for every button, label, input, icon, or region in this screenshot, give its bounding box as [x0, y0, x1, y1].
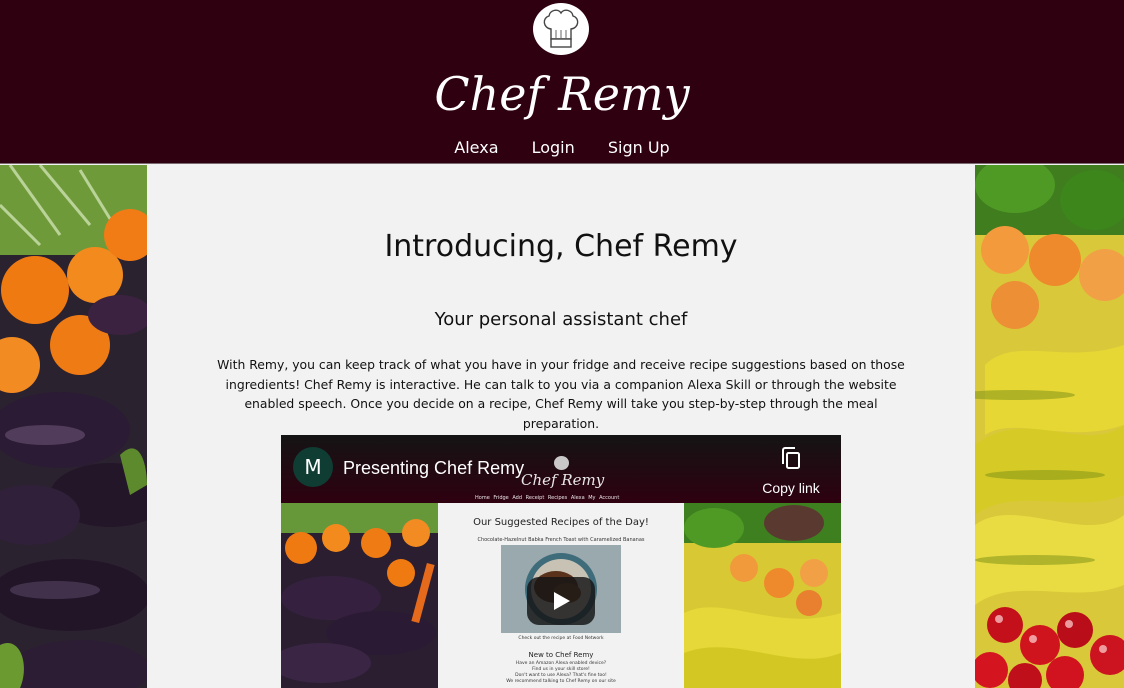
copy-link-button[interactable]: Copy link — [751, 447, 831, 496]
preview-nav-item: My Account — [588, 495, 620, 501]
preview-nav-item: Fridge — [493, 495, 509, 501]
preview-heading: Our Suggested Recipes of the Day! — [473, 517, 649, 528]
video-top-bar: Chef Remy Home Fridge Add Receipt Recipe… — [281, 435, 841, 503]
preview-nav: Home Fridge Add Receipt Recipes Alexa My… — [475, 495, 619, 501]
vegetable-background-right — [975, 165, 1124, 688]
preview-nav-item: Recipes — [547, 495, 568, 501]
video-title[interactable]: Presenting Chef Remy — [343, 455, 524, 481]
nav-sign-up[interactable]: Sign Up — [608, 136, 670, 160]
video-vegetables-right — [684, 503, 841, 688]
site-header: Chef Remy Alexa Login Sign Up — [0, 0, 1124, 164]
preview-nav-item: Home — [475, 495, 490, 501]
preview-nav-item: Add Receipt — [512, 495, 545, 501]
preview-brand: Chef Remy — [521, 471, 605, 489]
main-nav: Alexa Login Sign Up — [0, 136, 1124, 160]
page-subtitle: Your personal assistant chef — [434, 309, 688, 330]
vegetable-background-left — [0, 165, 147, 688]
video-player[interactable]: Our Suggested Recipes of the Day! Chocol… — [281, 435, 841, 688]
preview-new-heading: New to Chef Remy — [528, 651, 594, 659]
main-content: Introducing, Chef Remy Your personal ass… — [147, 165, 975, 688]
nav-login[interactable]: Login — [532, 136, 575, 160]
preview-caption: Check out the recipe at Food Network — [518, 636, 604, 641]
copy-link-label: Copy link — [762, 480, 820, 496]
intro-paragraph: With Remy, you can keep track of what yo… — [217, 357, 905, 431]
video-site-preview: Our Suggested Recipes of the Day! Chocol… — [438, 503, 684, 688]
preview-nav-item: Alexa — [570, 495, 585, 501]
play-button[interactable] — [527, 577, 595, 625]
copy-icon — [751, 447, 831, 474]
channel-avatar[interactable]: M — [293, 447, 333, 487]
preview-line: We recommend talking to Chef Remy on our… — [506, 679, 616, 684]
nav-alexa[interactable]: Alexa — [454, 136, 498, 160]
preview-new-text: Have an Amazon Alexa enabled device? Fin… — [438, 661, 684, 685]
preview-recipe: Chocolate-Hazelnut Babka French Toast wi… — [477, 537, 645, 543]
video-vegetables-left — [281, 503, 438, 688]
chef-hat-icon[interactable] — [533, 3, 589, 55]
page-title: Introducing, Chef Remy — [384, 229, 738, 264]
preview-chef-hat-icon — [554, 456, 569, 470]
brand-title[interactable]: Chef Remy — [0, 64, 1124, 124]
